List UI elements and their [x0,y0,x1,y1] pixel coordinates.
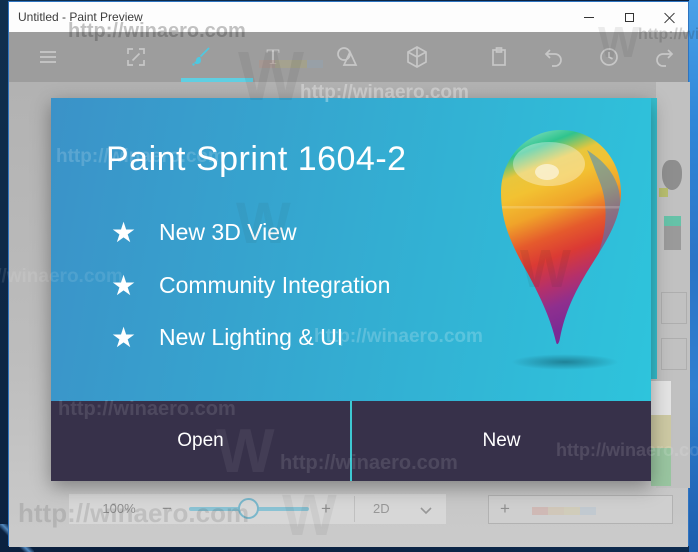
minimize-button[interactable] [572,2,606,32]
shapes-icon [334,44,360,70]
zoom-level-value: 100% [87,501,151,516]
shapes-tool-button[interactable] [333,43,361,71]
add-color-button[interactable]: + [495,499,515,519]
feature-label: Community Integration [159,272,390,299]
expand-tool-button[interactable] [122,43,150,71]
zoom-out-button[interactable]: − [155,497,179,521]
feature-row: ★ Community Integration [111,268,390,302]
cube-3d-icon [404,44,430,70]
history-clock-icon [597,45,621,69]
star-icon: ★ [111,321,159,354]
maximize-button[interactable] [612,2,646,32]
feature-label: New Lighting & UI [159,324,343,351]
close-button[interactable] [652,2,686,32]
cube-3d-tool-button[interactable] [403,43,431,71]
window-title: Untitled - Paint Preview [18,10,143,24]
zoom-in-button[interactable]: + [314,497,338,521]
expand-icon [124,45,148,69]
history-button[interactable] [595,43,623,71]
panel-option-box-2[interactable] [661,338,687,370]
color-swatch-green[interactable] [651,448,671,486]
feature-label: New 3D View [159,219,297,246]
welcome-dialog: Paint Sprint 1604-2 ★ New 3D View ★ Comm… [51,98,651,481]
watermark-color-stripes [532,507,596,515]
color-swatch-white[interactable] [651,381,671,415]
titlebar: Untitled - Paint Preview [9,2,688,32]
minimize-icon [584,17,594,18]
dialog-body: Paint Sprint 1604-2 ★ New 3D View ★ Comm… [51,98,651,401]
maximize-icon [625,13,634,22]
panel-option-box-1[interactable] [661,292,687,324]
hamburger-icon [36,45,60,69]
watermark-color-stripes [259,60,323,68]
desktop-wallpaper-right [689,0,698,552]
new-button[interactable]: New [352,401,651,481]
zoom-slider-thumb[interactable] [238,498,259,519]
open-button[interactable]: Open [51,401,350,481]
panel-color-chip [659,188,668,197]
feature-row: ★ New Lighting & UI [111,320,343,354]
paint-preview-window: Untitled - Paint Preview [8,1,689,546]
palette-teal-strip [651,98,657,379]
dialog-title: Paint Sprint 1604-2 [106,140,407,179]
mode-dropdown-button[interactable] [419,503,433,521]
brush-tool-button[interactable] [187,43,215,71]
menu-button[interactable] [34,43,62,71]
brush-icon [189,45,213,69]
zoom-bar: 100% − + 2D [69,494,446,524]
mode-dropdown-value[interactable]: 2D [373,501,390,516]
star-icon: ★ [111,269,159,302]
dialog-footer: Open New [51,401,651,481]
redo-button[interactable] [650,43,678,71]
zoom-bar-divider [354,496,355,522]
redo-icon [652,45,676,69]
close-icon [664,12,675,23]
color-swatch-tan[interactable] [651,415,671,448]
clipboard-icon [487,45,511,69]
panel-crayon-icon[interactable] [664,216,681,250]
paint-drop-artwork [491,120,631,360]
palette-add-box: + [488,495,673,524]
screenshot-stage: Untitled - Paint Preview [0,0,698,552]
undo-button[interactable] [540,43,568,71]
star-icon: ★ [111,216,159,249]
panel-brush-tip-icon[interactable] [662,160,682,190]
toolbar: T [9,32,688,82]
paste-button[interactable] [485,43,513,71]
chevron-down-icon [419,506,433,516]
undo-icon [542,45,566,69]
feature-row: ★ New 3D View [111,215,297,249]
